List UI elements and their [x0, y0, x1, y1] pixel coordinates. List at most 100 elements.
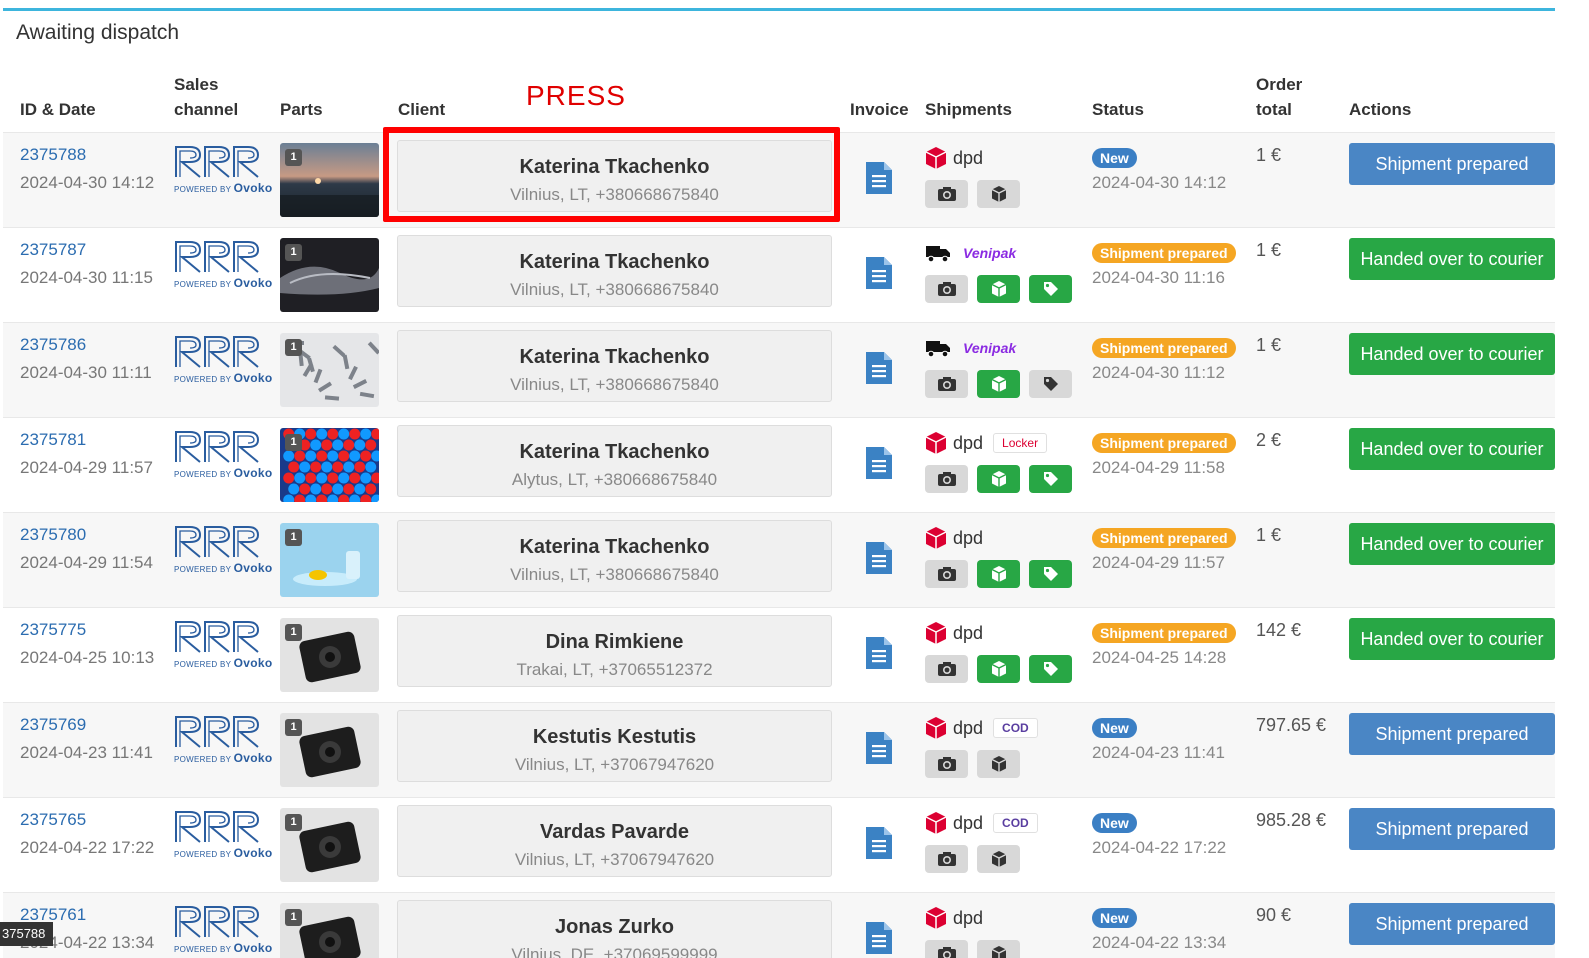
client-name: Jonas Zurko [555, 916, 674, 938]
action-button[interactable]: Shipment prepared [1349, 903, 1555, 945]
invoice-icon[interactable] [864, 731, 894, 765]
part-thumbnail[interactable]: 1 [280, 428, 379, 502]
tag-button[interactable] [1029, 560, 1072, 588]
powered-by-text: POWERED BY Ovoko [174, 846, 273, 860]
camera-button[interactable] [925, 275, 968, 303]
header-invoice[interactable]: Invoice [850, 97, 909, 122]
action-button[interactable]: Handed over to courier [1349, 523, 1555, 565]
header-client[interactable]: Client [398, 97, 445, 122]
client-card[interactable]: Katerina Tkachenko Vilnius, LT, +38066867… [397, 520, 832, 592]
shipment-buttons [925, 370, 1072, 398]
camera-button[interactable] [925, 940, 968, 958]
carrier: Venipak [925, 335, 1016, 361]
part-thumbnail[interactable]: 1 [280, 618, 379, 692]
tag-button[interactable] [1029, 370, 1072, 398]
order-id-link[interactable]: 2375769 [20, 715, 86, 735]
parts-count-badge: 1 [285, 529, 302, 546]
action-button[interactable]: Handed over to courier [1349, 618, 1555, 660]
shipment-buttons [925, 655, 1072, 683]
camera-button[interactable] [925, 845, 968, 873]
client-name: Katerina Tkachenko [519, 536, 710, 558]
client-address: Vilnius, LT, +380668675840 [510, 280, 719, 299]
order-total: 1 € [1256, 145, 1282, 165]
part-thumbnail[interactable]: 1 [280, 333, 379, 407]
part-thumbnail[interactable]: 1 [280, 903, 379, 958]
camera-button[interactable] [925, 560, 968, 588]
part-thumbnail[interactable]: 1 [280, 808, 379, 882]
powered-by-text: POWERED BY Ovoko [174, 941, 273, 955]
client-name: Katerina Tkachenko [519, 251, 710, 273]
order-id-link[interactable]: 2375765 [20, 810, 86, 830]
camera-button[interactable] [925, 180, 968, 208]
tag-button[interactable] [1029, 275, 1072, 303]
header-shipments[interactable]: Shipments [925, 97, 1012, 122]
order-id-link[interactable]: 2375775 [20, 620, 86, 640]
client-card[interactable]: Katerina Tkachenko Vilnius, LT, +38066867… [397, 235, 832, 307]
header-status[interactable]: Status [1092, 97, 1144, 122]
part-thumbnail[interactable]: 1 [280, 238, 379, 312]
shipment-buttons [925, 465, 1072, 493]
header-id-date[interactable]: ID & Date [20, 97, 96, 122]
part-thumbnail[interactable]: 1 [280, 143, 379, 217]
sales-channel-logo: POWERED BY Ovoko [174, 145, 272, 195]
order-date: 2024-04-25 10:13 [20, 648, 155, 667]
order-id-link[interactable]: 2375787 [20, 240, 86, 260]
action-button[interactable]: Shipment prepared [1349, 713, 1555, 755]
box-icon [990, 850, 1008, 868]
tag-button[interactable] [1029, 465, 1072, 493]
client-card[interactable]: Katerina Tkachenko Vilnius, LT, +38066867… [397, 330, 832, 402]
client-card[interactable]: Kestutis Kestutis Vilnius, LT, +370679476… [397, 710, 832, 782]
box-icon [990, 755, 1008, 773]
order-row: 2375761 2024-04-22 13:34 POWERED BY Ovoko 1… [3, 892, 1555, 958]
order-id-link[interactable]: 2375788 [20, 145, 86, 165]
powered-by-text: POWERED BY Ovoko [174, 466, 273, 480]
action-button[interactable]: Shipment prepared [1349, 808, 1555, 850]
powered-by-text: POWERED BY Ovoko [174, 181, 273, 195]
action-button[interactable]: Handed over to courier [1349, 333, 1555, 375]
box-button[interactable] [977, 940, 1020, 958]
invoice-icon[interactable] [864, 351, 894, 385]
box-button[interactable] [977, 560, 1020, 588]
header-order-total[interactable]: Order total [1256, 72, 1302, 122]
invoice-icon[interactable] [864, 921, 894, 955]
invoice-icon[interactable] [864, 256, 894, 290]
camera-button[interactable] [925, 750, 968, 778]
order-id-link[interactable]: 2375780 [20, 525, 86, 545]
camera-icon [937, 661, 957, 677]
order-row: 2375775 2024-04-25 10:13 POWERED BY Ovoko 1… [3, 607, 1555, 702]
action-button[interactable]: Handed over to courier [1349, 428, 1555, 470]
client-card[interactable]: Katerina Tkachenko Alytus, LT, +380668675… [397, 425, 832, 497]
order-total: 142 € [1256, 620, 1302, 640]
order-row: 2375780 2024-04-29 11:54 POWERED BY Ovoko 1… [3, 512, 1555, 607]
parts-count-badge: 1 [285, 149, 302, 166]
box-button[interactable] [977, 465, 1020, 493]
box-button[interactable] [977, 180, 1020, 208]
action-button[interactable]: Handed over to courier [1349, 238, 1555, 280]
box-button[interactable] [977, 275, 1020, 303]
box-button[interactable] [977, 845, 1020, 873]
invoice-icon[interactable] [864, 161, 894, 195]
order-id-link[interactable]: 2375781 [20, 430, 86, 450]
header-parts[interactable]: Parts [280, 97, 323, 122]
client-card[interactable]: Dina Rimkiene Trakai, LT, +37065512372 [397, 615, 832, 687]
invoice-icon[interactable] [864, 541, 894, 575]
part-thumbnail[interactable]: 1 [280, 523, 379, 597]
box-button[interactable] [977, 750, 1020, 778]
header-sales-channel[interactable]: Sales channel [174, 72, 238, 122]
action-button[interactable]: Shipment prepared [1349, 143, 1555, 185]
box-button[interactable] [977, 370, 1020, 398]
tag-button[interactable] [1029, 655, 1072, 683]
camera-button[interactable] [925, 370, 968, 398]
part-thumbnail[interactable]: 1 [280, 713, 379, 787]
client-card[interactable]: Vardas Pavarde Vilnius, LT, +37067947620 [397, 805, 832, 877]
box-button[interactable] [977, 655, 1020, 683]
invoice-icon[interactable] [864, 826, 894, 860]
order-id-link[interactable]: 2375786 [20, 335, 86, 355]
client-card[interactable]: Jonas Zurko Vilnius, DE, +37069599999 [397, 900, 832, 958]
powered-by-text: POWERED BY Ovoko [174, 751, 273, 765]
invoice-icon[interactable] [864, 636, 894, 670]
client-card[interactable]: Katerina Tkachenko Vilnius, LT, +38066867… [397, 140, 832, 212]
invoice-icon[interactable] [864, 446, 894, 480]
camera-button[interactable] [925, 465, 968, 493]
camera-button[interactable] [925, 655, 968, 683]
